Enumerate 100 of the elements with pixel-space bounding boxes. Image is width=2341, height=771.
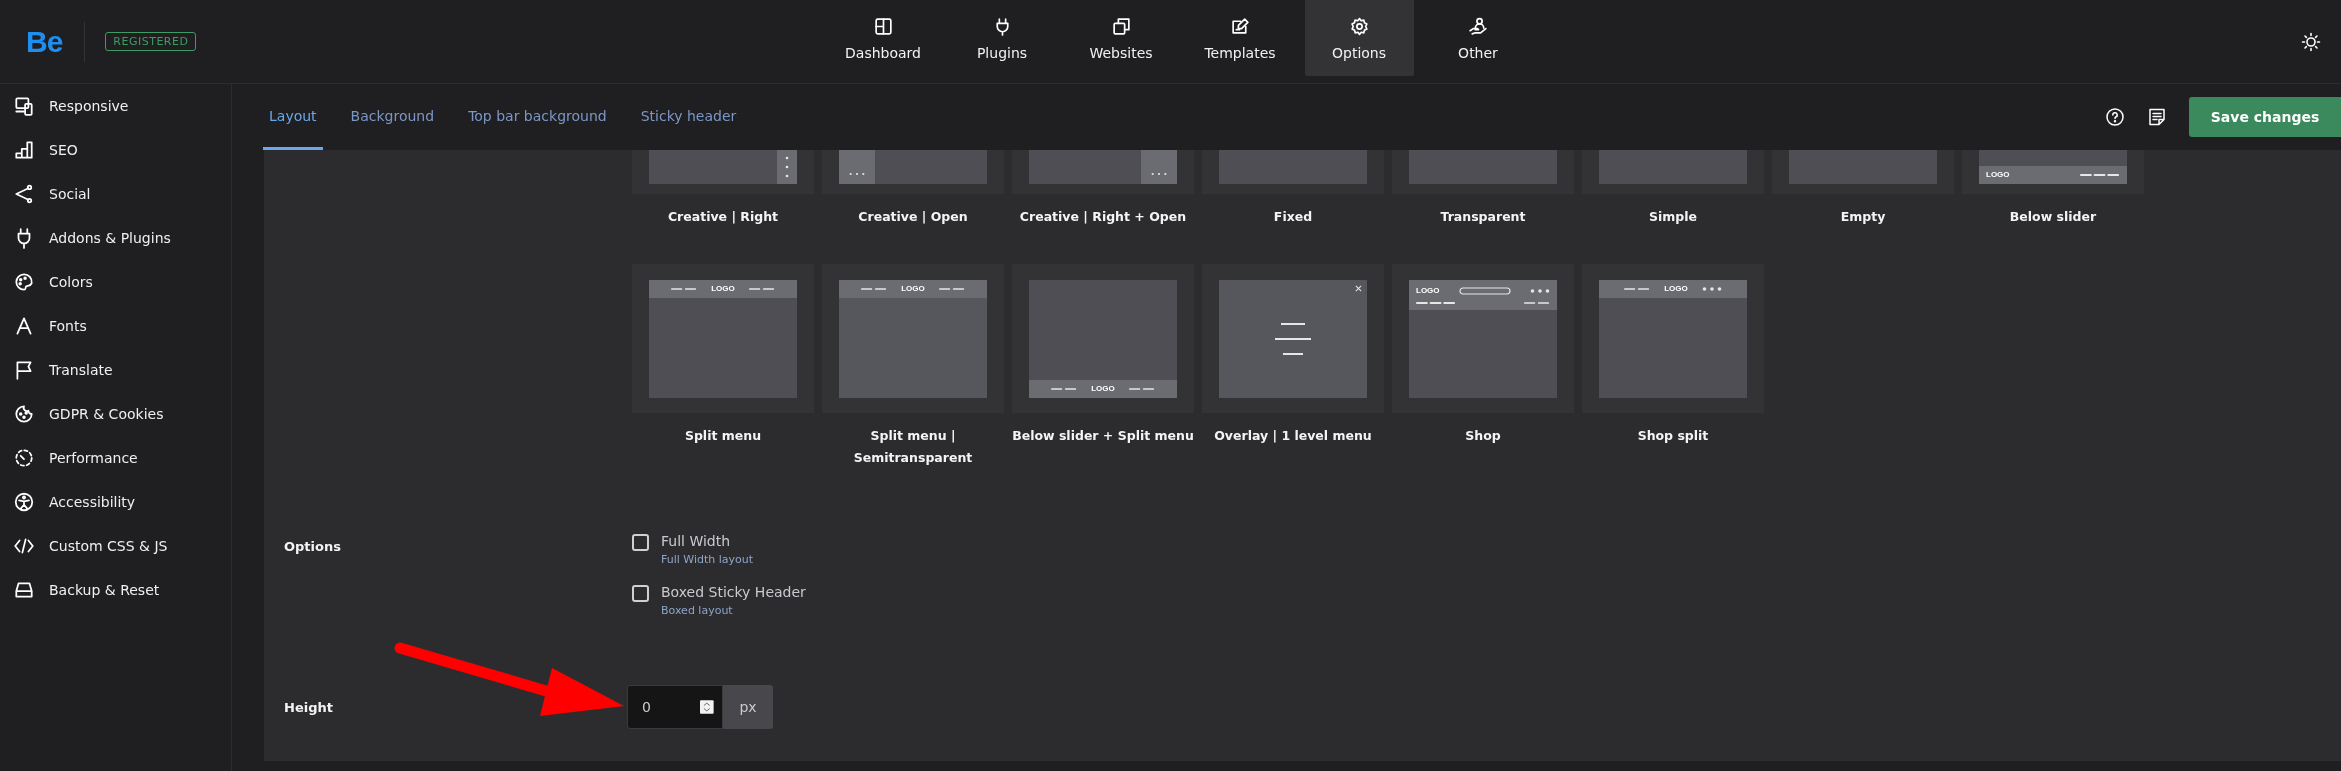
tab[interactable]: Sticky header xyxy=(634,84,743,150)
checkbox[interactable] xyxy=(632,534,649,551)
help-icon[interactable] xyxy=(2105,107,2125,127)
layout-label: Simple xyxy=(1649,208,1697,226)
checkbox[interactable] xyxy=(632,585,649,602)
nav-item[interactable]: Templates xyxy=(1185,0,1295,76)
layout-label: Split menu | Semitransparent xyxy=(852,427,974,467)
save-changes-button[interactable]: Save changes xyxy=(2189,97,2341,137)
sidebar-item[interactable]: Responsive xyxy=(0,84,231,128)
menu-dashes-icon xyxy=(2080,173,2120,177)
layout-option[interactable]: LOGO xyxy=(822,264,1004,413)
bar-chart-icon xyxy=(13,139,35,161)
layout-label: Empty xyxy=(1840,208,1886,226)
layout-option[interactable] xyxy=(822,150,1004,194)
checkbox-hint: Full Width layout xyxy=(661,553,754,566)
height-input[interactable]: 0 xyxy=(627,685,723,729)
layout-label: Below slider + Split menu xyxy=(1012,427,1194,445)
layout-option[interactable] xyxy=(1202,150,1384,194)
dots-icon xyxy=(1150,172,1168,176)
registered-badge: REGISTERED xyxy=(105,32,197,51)
menu-dashes-icon xyxy=(1416,300,1456,305)
gear-icon xyxy=(1348,15,1370,37)
menu-dashes-icon xyxy=(938,287,965,291)
sidebar-item[interactable]: GDPR & Cookies xyxy=(0,392,231,436)
layout-option[interactable]: LOGO xyxy=(1012,264,1194,413)
devices-icon xyxy=(13,95,35,117)
checkbox-label: Full Width xyxy=(661,533,732,549)
nav-item[interactable]: Options xyxy=(1304,0,1414,76)
menu-dashes-icon xyxy=(748,287,775,291)
sidebar-item[interactable]: Accessibility xyxy=(0,480,231,524)
layout-option[interactable]: LOGO xyxy=(1582,264,1764,413)
layout-option[interactable] xyxy=(632,150,814,194)
menu-dashes-icon xyxy=(1128,387,1155,391)
spinner-icon[interactable] xyxy=(700,700,714,714)
accessibility-icon xyxy=(13,491,35,513)
cookie-icon xyxy=(13,403,35,425)
nav-item[interactable]: Plugins xyxy=(947,0,1057,76)
dots-icon xyxy=(1530,287,1550,294)
layout-option[interactable]: LOGO xyxy=(632,264,814,413)
layout-option[interactable] xyxy=(1202,264,1384,413)
nav-item[interactable]: Websites xyxy=(1066,0,1176,76)
copy-icon xyxy=(1110,15,1132,37)
section-label: Height xyxy=(284,699,334,715)
notes-icon[interactable] xyxy=(2147,107,2167,127)
logo-text: LOGO xyxy=(901,284,925,294)
layout-label: Split menu xyxy=(684,427,762,445)
layout-option[interactable]: LOGO xyxy=(1962,150,2144,194)
sidebar-item[interactable]: Social xyxy=(0,172,231,216)
checkbox-label: Boxed Sticky Header xyxy=(661,584,806,600)
checkbox-hint: Boxed layout xyxy=(661,604,734,617)
tab[interactable]: Background xyxy=(344,84,441,150)
sidebar-item[interactable]: Fonts xyxy=(0,304,231,348)
tab[interactable]: Top bar background xyxy=(462,84,613,150)
sidebar-item[interactable]: Addons & Plugins xyxy=(0,216,231,260)
layout-label: Shop split xyxy=(1637,427,1709,445)
search-bar-icon xyxy=(1458,286,1511,295)
logo-text: LOGO xyxy=(1986,170,2010,180)
menu-dashes-icon xyxy=(671,287,698,291)
logo-text: LOGO xyxy=(1664,284,1688,294)
section-label: Options xyxy=(284,538,342,556)
layout-label: Creative | Right + Open xyxy=(1019,208,1187,226)
sidebar-item[interactable]: Performance xyxy=(0,436,231,480)
share-icon xyxy=(13,183,35,205)
sidebar-item[interactable]: Custom CSS & JS xyxy=(0,524,231,568)
sidebar-item[interactable]: Backup & Reset xyxy=(0,568,231,612)
menu-dashes-icon xyxy=(861,287,888,291)
grid-icon xyxy=(872,15,894,37)
brand-logo: Be xyxy=(26,21,86,62)
menu-dashes-icon xyxy=(1051,387,1078,391)
layout-option[interactable] xyxy=(1582,150,1764,194)
palette-icon xyxy=(13,271,35,293)
sidebar-item[interactable]: Colors xyxy=(0,260,231,304)
menu-dashes-icon xyxy=(1524,300,1550,305)
dots-icon xyxy=(1701,286,1722,292)
layout-label: Creative | Right xyxy=(667,208,779,226)
logo-text: LOGO xyxy=(711,284,735,294)
logo-text: LOGO xyxy=(1091,384,1115,394)
logo-text: LOGO xyxy=(1416,285,1440,296)
menu-dashes-icon xyxy=(1624,287,1651,291)
close-icon xyxy=(1355,285,1362,292)
layout-label: Shop xyxy=(1465,427,1501,445)
layout-option[interactable] xyxy=(1772,150,1954,194)
layout-option[interactable]: LOGO xyxy=(1392,264,1574,413)
layout-label: Fixed xyxy=(1273,208,1313,226)
layout-label: Transparent xyxy=(1440,208,1526,226)
layout-label: Creative | Open xyxy=(858,208,968,226)
sun-icon[interactable] xyxy=(2301,31,2321,52)
layout-label: Below slider xyxy=(2009,208,2097,226)
menu-lines-icon xyxy=(1273,322,1313,356)
nav-item[interactable]: Dashboard xyxy=(828,0,938,76)
gauge-icon xyxy=(13,447,35,469)
hand-person-icon xyxy=(1467,15,1489,37)
nav-item[interactable]: Other xyxy=(1423,0,1533,76)
unit-label: px xyxy=(723,685,773,729)
layout-option[interactable] xyxy=(1392,150,1574,194)
sidebar-item[interactable]: Translate xyxy=(0,348,231,392)
layout-label: Overlay | 1 level menu xyxy=(1214,427,1372,445)
sidebar-item[interactable]: SEO xyxy=(0,128,231,172)
layout-option[interactable] xyxy=(1012,150,1194,194)
edit-icon xyxy=(1229,15,1251,37)
